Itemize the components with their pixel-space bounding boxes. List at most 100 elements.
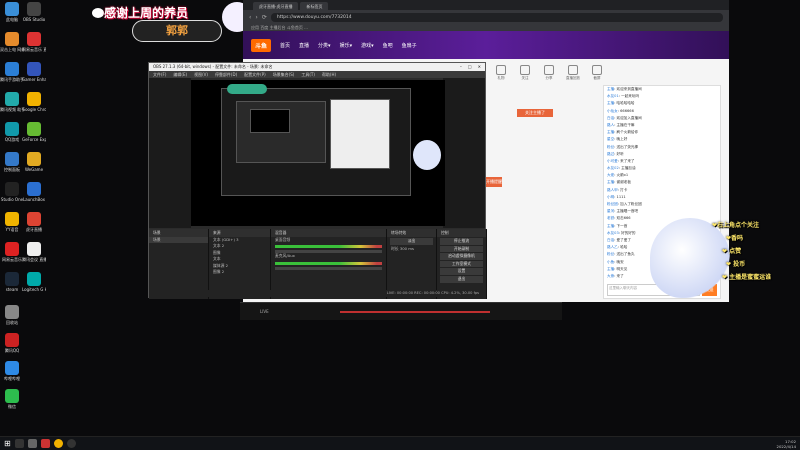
source-item[interactable]: 图像 2 <box>209 269 270 275</box>
chat-username[interactable]: 主播 <box>607 180 614 184</box>
obs-menu-item[interactable]: 停靠部件(D) <box>215 71 237 78</box>
obs-control-button[interactable]: 开始录制 <box>440 245 483 253</box>
follow-button[interactable]: 关注主播了 <box>517 109 553 117</box>
chat-username[interactable]: 小可爱 <box>607 159 618 163</box>
browser-tab[interactable]: 新标签页 <box>300 2 329 10</box>
obs-control-button[interactable]: 设置 <box>440 268 483 275</box>
chat-username[interactable]: 路人乙 <box>607 245 618 249</box>
desktop-icon[interactable]: Gamer Enhancer <box>22 62 46 82</box>
obs-menu-item[interactable]: 编辑(E) <box>173 71 187 78</box>
obs-icon[interactable] <box>66 439 76 448</box>
chat-username[interactable]: 老铁 <box>607 216 614 220</box>
scene-item[interactable]: 场景 <box>149 237 208 244</box>
room-tool-button[interactable]: 礼物 <box>493 65 509 95</box>
chat-username[interactable]: 路人甲 <box>607 188 618 192</box>
obs-menu-item[interactable]: 视图(V) <box>194 71 208 78</box>
back-icon[interactable]: ‹ <box>249 14 251 21</box>
desktop-icon[interactable]: 腾讯会议 直播伴侣 <box>22 242 46 262</box>
chat-username[interactable]: 主播 <box>607 224 614 228</box>
desktop-icon[interactable]: Google Chrome <box>22 92 46 112</box>
desktop-icon[interactable]: WeGame <box>22 152 46 172</box>
chat-username[interactable]: 主播 <box>607 101 614 105</box>
desktop-icon[interactable]: QQ游戏 <box>0 122 24 142</box>
task-view-icon[interactable] <box>27 439 37 448</box>
url-input[interactable]: https://www.douyu.com/7732014 <box>270 12 723 22</box>
room-tool-button[interactable]: 直播回放 <box>565 65 581 95</box>
obs-control-button[interactable]: 停止推流 <box>440 238 483 245</box>
desktop-icon[interactable]: Studio One <box>0 182 24 202</box>
forward-icon[interactable]: › <box>255 14 257 21</box>
desktop-icon[interactable]: YY语音 <box>0 212 24 232</box>
desktop-icon[interactable]: 哔哩哔哩 <box>0 361 24 381</box>
bookmarks-bar[interactable]: 应用 百度 主播后台 斗鱼首页 ... <box>243 24 729 31</box>
chat-username[interactable]: 星空 <box>607 137 614 141</box>
chat-username[interactable]: 主播 <box>607 87 614 91</box>
obs-menu-item[interactable]: 帮助(H) <box>322 71 336 78</box>
transition-select[interactable]: 淡出 <box>390 238 433 245</box>
chat-username[interactable]: 粉丝 <box>607 145 614 149</box>
desktop-icon[interactable]: 回收站 <box>0 305 24 325</box>
chat-username[interactable]: 小仙女 <box>607 109 618 113</box>
chat-username[interactable]: 路过 <box>607 152 614 156</box>
nav-link[interactable]: 游戏▾ <box>361 42 374 49</box>
desktop-icon[interactable]: OBS Studio <box>22 2 46 22</box>
desktop-icon[interactable]: 虎牙直播 <box>22 212 46 232</box>
obs-preview[interactable] <box>191 80 445 226</box>
desktop-icon[interactable]: 微信 <box>0 389 24 409</box>
chrome-icon[interactable] <box>53 439 63 448</box>
browser-tab[interactable]: 虎牙直播-虎牙直播 <box>253 2 299 10</box>
nav-link[interactable]: 娱乐▾ <box>340 42 353 49</box>
nav-link[interactable]: 首页 <box>280 42 290 49</box>
search-icon[interactable] <box>14 439 24 448</box>
clock[interactable]: 17:02 2022/4/14 <box>777 439 796 449</box>
windows-start-icon[interactable]: ⊞ <box>4 439 11 448</box>
volume-slider[interactable] <box>275 266 382 270</box>
nav-link[interactable]: 直播 <box>299 42 309 49</box>
room-tool-button[interactable]: 关注 <box>517 65 533 95</box>
obs-control-button[interactable]: 启动虚拟摄像机 <box>440 253 483 260</box>
desktop-icon[interactable]: 此电脑 <box>0 2 24 22</box>
desktop-icon[interactable]: 网易云音乐 直播助手 <box>22 32 46 52</box>
player-progress[interactable] <box>340 311 490 313</box>
chat-username[interactable]: 水友01 <box>607 94 619 98</box>
room-tool-button[interactable]: 分享 <box>541 65 557 95</box>
desktop-icon[interactable]: 控制面板 <box>0 152 24 172</box>
app-icon[interactable] <box>40 439 50 448</box>
obs-menu-item[interactable]: 配置文件(P) <box>244 71 266 78</box>
obs-menu-item[interactable]: 工具(T) <box>301 71 315 78</box>
chat-username[interactable]: 小明 <box>607 195 614 199</box>
duration-input[interactable]: 300 ms <box>400 246 414 251</box>
obs-control-button[interactable]: 退出 <box>440 275 483 283</box>
chat-username[interactable]: 路人 <box>607 123 614 127</box>
chat-username[interactable]: 白话 <box>607 116 614 120</box>
chat-username[interactable]: 星河 <box>607 209 614 213</box>
chat-username[interactable]: 水友02 <box>607 166 619 170</box>
remind-button[interactable]: 开播提醒 <box>486 177 502 187</box>
nav-link[interactable]: 鱼扇子 <box>402 42 417 49</box>
desktop-icon[interactable]: GeForce Experience <box>22 122 46 142</box>
obs-menu-item[interactable]: 文件(F) <box>153 71 166 78</box>
desktop-icon[interactable]: 网易云音乐 <box>0 242 24 262</box>
desktop-icon[interactable]: steam <box>0 272 24 292</box>
chat-username[interactable]: 白话 <box>607 238 614 242</box>
close-icon[interactable]: ✕ <box>478 63 481 71</box>
chat-username[interactable]: 主播 <box>607 130 614 134</box>
desktop-icon[interactable]: 腾讯手游助手 <box>0 62 24 82</box>
obs-menu-item[interactable]: 场景集合(S) <box>273 71 295 78</box>
site-logo[interactable]: 斗鱼 <box>251 38 272 52</box>
minimize-icon[interactable]: – <box>460 63 462 71</box>
chat-username[interactable]: 粉丝团 <box>607 202 618 206</box>
chat-username[interactable]: 水友03 <box>607 231 619 235</box>
obs-control-button[interactable]: 工作室模式 <box>440 260 483 268</box>
nav-link[interactable]: 鱼吧 <box>383 42 393 49</box>
maximize-icon[interactable]: □ <box>468 63 472 71</box>
chat-username[interactable]: 大熊 <box>607 274 614 278</box>
nav-link[interactable]: 分类▾ <box>318 42 331 49</box>
desktop-icon[interactable]: 双击上电 网络发现 <box>0 32 24 52</box>
chat-username[interactable]: 粉丝 <box>607 252 614 256</box>
desktop-icon[interactable]: LaunchBox <box>22 182 46 202</box>
reload-icon[interactable]: ⟳ <box>262 14 267 21</box>
desktop-icon[interactable]: Logitech G HUB <box>22 272 46 292</box>
desktop-icon[interactable]: 腾讯QQ <box>0 333 24 353</box>
chat-username[interactable]: 主播 <box>607 267 614 271</box>
